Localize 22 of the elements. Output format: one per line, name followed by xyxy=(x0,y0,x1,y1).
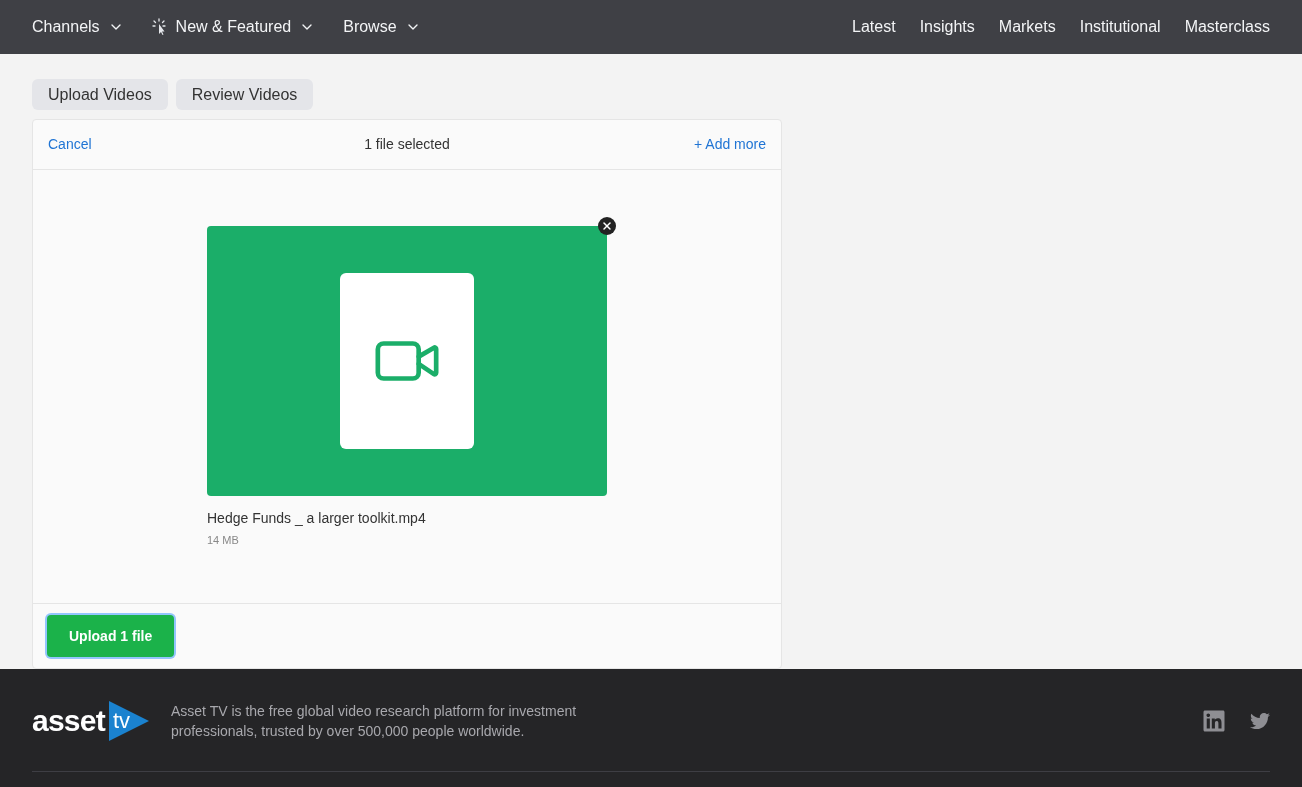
nav-menu[interactable]: Channels xyxy=(32,15,124,39)
file-size: 14 MB xyxy=(207,533,240,548)
remove-file-button[interactable] xyxy=(598,217,616,235)
file-name: Hedge Funds _ a larger toolkit.mp4 xyxy=(207,509,427,528)
tab[interactable]: Review Videos xyxy=(175,79,314,110)
nav-link[interactable]: Insights xyxy=(919,15,975,39)
linkedin-icon[interactable] xyxy=(1202,709,1226,733)
nav-link[interactable]: Latest xyxy=(852,15,896,39)
asset-tv-logo: asset tv xyxy=(32,701,149,741)
twitter-icon[interactable] xyxy=(1250,711,1270,731)
nav-link[interactable]: Markets xyxy=(998,15,1056,39)
sparkle-cursor-icon xyxy=(151,18,168,36)
footer-tagline: Asset TV is the free global video research platform for investment professionals, trusted by over 500,000 people worldwide. xyxy=(171,702,578,741)
nav-menu[interactable]: Browse xyxy=(343,15,421,39)
close-icon xyxy=(601,220,613,232)
nav-menu[interactable]: New & Featured xyxy=(151,15,316,39)
add-more-link[interactable]: + Add more xyxy=(694,134,766,155)
nav-link[interactable]: Masterclass xyxy=(1184,15,1270,39)
tab[interactable]: Upload Videos xyxy=(32,79,168,110)
cancel-link[interactable]: Cancel xyxy=(48,134,92,155)
nav-link[interactable]: Institutional xyxy=(1079,15,1161,39)
selection-status: 1 file selected xyxy=(364,135,450,154)
